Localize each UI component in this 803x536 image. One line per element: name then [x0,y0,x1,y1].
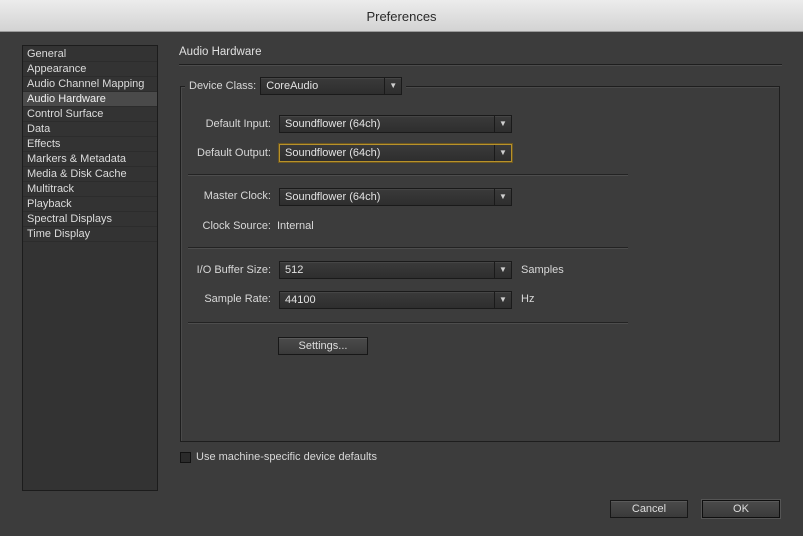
preferences-category-list[interactable]: General Appearance Audio Channel Mapping… [22,45,158,491]
io-buffer-value: 512 [285,264,304,276]
device-class-value: CoreAudio [266,80,319,92]
chevron-down-icon: ▼ [494,262,511,278]
sidebar-item-multitrack[interactable]: Multitrack [23,182,157,197]
io-buffer-unit: Samples [521,264,564,276]
default-input-select[interactable]: Soundflower (64ch) ▼ [279,115,512,133]
sample-rate-select[interactable]: 44100 ▼ [279,291,512,309]
sidebar-item-general[interactable]: General [23,47,157,62]
io-buffer-select[interactable]: 512 ▼ [279,261,512,279]
sidebar-item-appearance[interactable]: Appearance [23,62,157,77]
default-output-select[interactable]: Soundflower (64ch) ▼ [279,144,512,162]
sidebar-item-media-disk-cache[interactable]: Media & Disk Cache [23,167,157,182]
cancel-button[interactable]: Cancel [610,500,688,518]
sidebar-item-spectral-displays[interactable]: Spectral Displays [23,212,157,227]
device-class-label: Device Class: [189,80,257,92]
default-output-label: Default Output: [197,147,271,159]
sidebar-item-control-surface[interactable]: Control Surface [23,107,157,122]
device-class-select[interactable]: CoreAudio ▼ [260,77,403,95]
machine-defaults-checkbox[interactable] [180,452,191,463]
default-output-value: Soundflower (64ch) [285,147,381,159]
default-input-value: Soundflower (64ch) [285,118,381,130]
section-divider [179,64,782,65]
machine-defaults-label[interactable]: Use machine-specific device defaults [196,451,377,463]
chevron-down-icon: ▼ [494,116,511,132]
master-clock-value: Soundflower (64ch) [285,191,381,203]
sidebar-item-playback[interactable]: Playback [23,197,157,212]
sample-rate-label: Sample Rate: [204,293,271,305]
group-divider [188,174,628,175]
default-input-label: Default Input: [205,118,271,130]
sidebar-item-effects[interactable]: Effects [23,137,157,152]
window-title: Preferences [366,9,437,24]
master-clock-select[interactable]: Soundflower (64ch) ▼ [279,188,512,206]
group-divider [188,247,628,248]
sidebar-item-audio-hardware[interactable]: Audio Hardware [23,92,157,107]
section-title: Audio Hardware [179,46,262,58]
sidebar-item-time-display[interactable]: Time Display [23,227,157,242]
ok-button[interactable]: OK [702,500,780,518]
clock-source-value: Internal [277,220,314,232]
io-buffer-label: I/O Buffer Size: [196,264,271,276]
sidebar-item-audio-channel-mapping[interactable]: Audio Channel Mapping [23,77,157,92]
chevron-down-icon: ▼ [494,145,511,161]
master-clock-label: Master Clock: [203,190,271,202]
sidebar-item-markers-metadata[interactable]: Markers & Metadata [23,152,157,167]
settings-button[interactable]: Settings... [278,337,368,355]
sidebar-item-data[interactable]: Data [23,122,157,137]
chevron-down-icon: ▼ [494,292,511,308]
device-class-legend: Device Class: CoreAudio ▼ [185,76,407,96]
group-divider [188,322,628,323]
window-titlebar: Preferences [0,0,803,32]
sample-rate-value: 44100 [285,294,316,306]
clock-source-label: Clock Source: [202,220,271,232]
chevron-down-icon: ▼ [494,189,511,205]
chevron-down-icon: ▼ [384,78,401,94]
sample-rate-unit: Hz [521,293,535,305]
